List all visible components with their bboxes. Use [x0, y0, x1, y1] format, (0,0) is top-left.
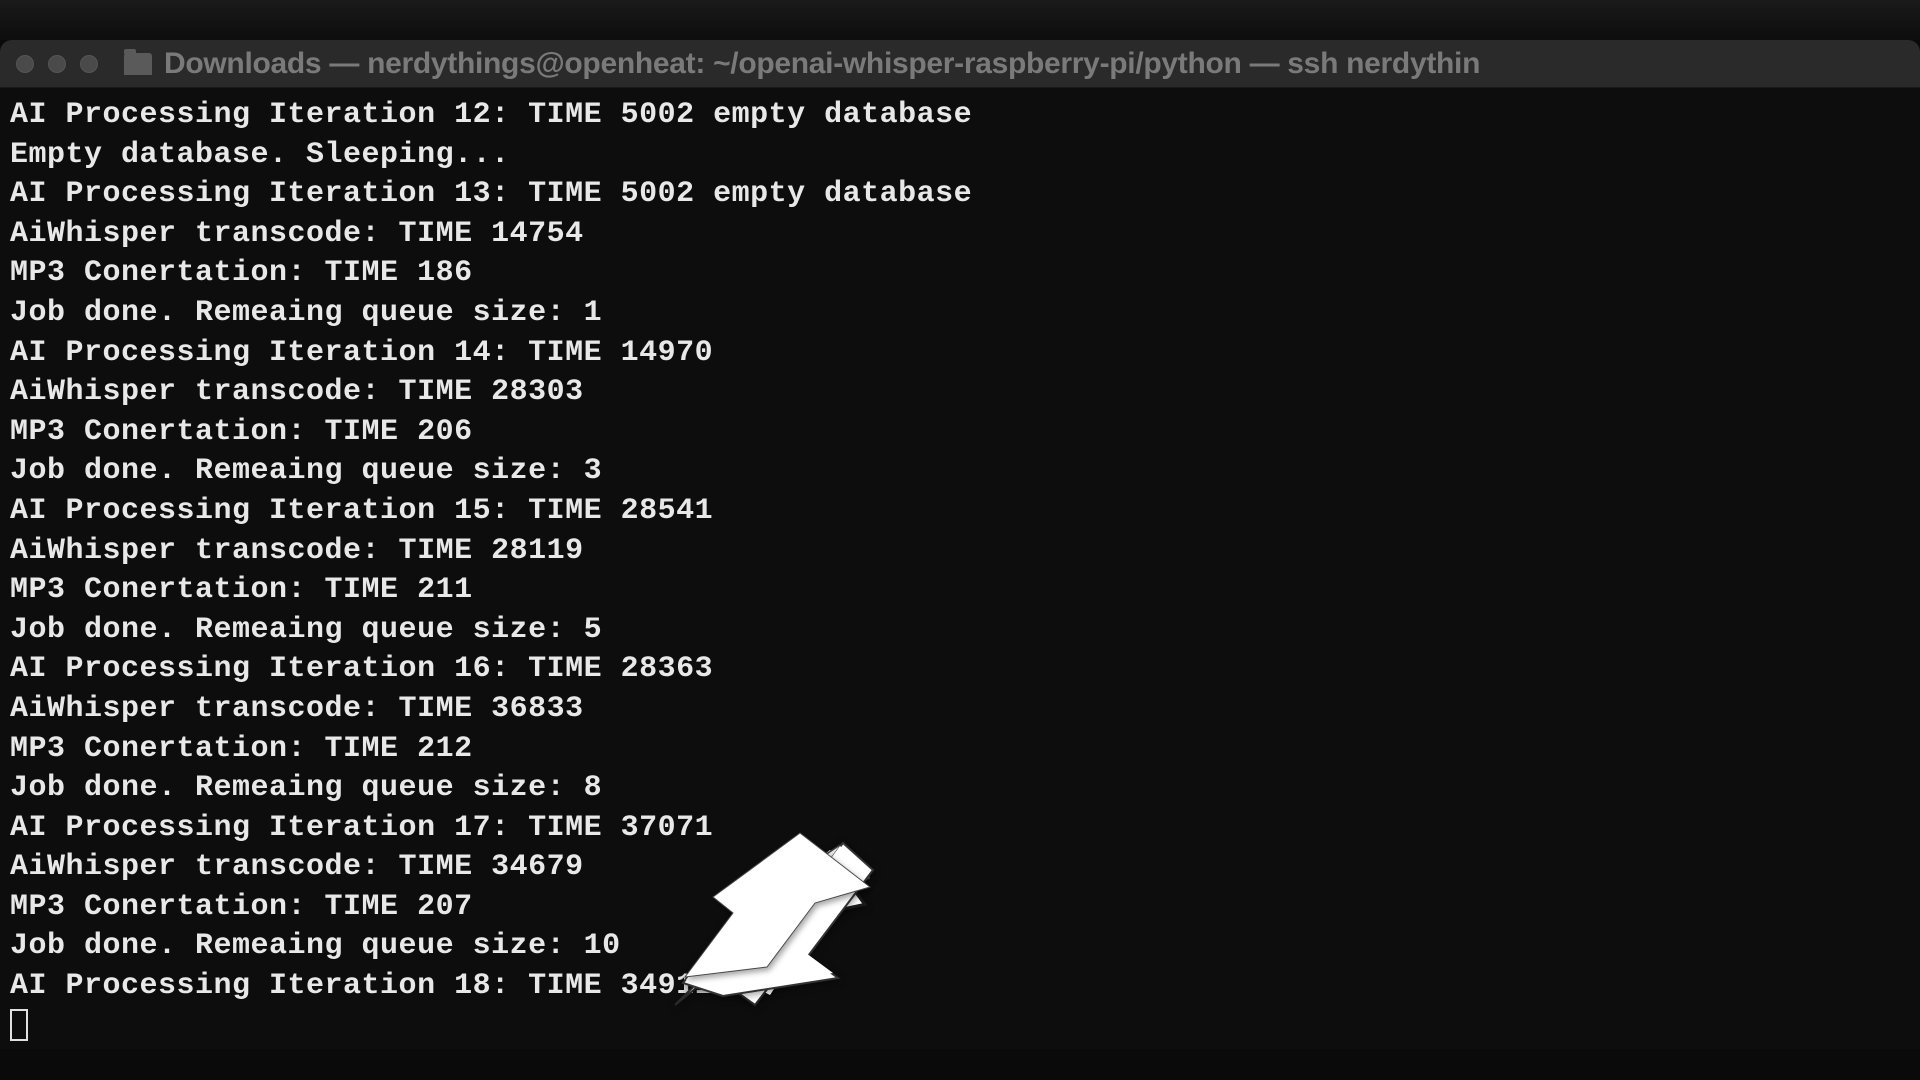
- terminal-line: Job done. Remeaing queue size: 5: [10, 611, 1910, 651]
- terminal-line: AiWhisper transcode: TIME 34679: [10, 848, 1910, 888]
- window-title-bar[interactable]: Downloads — nerdythings@openheat: ~/open…: [0, 40, 1920, 88]
- terminal-line: MP3 Conertation: TIME 207: [10, 888, 1910, 928]
- terminal-line: AiWhisper transcode: TIME 28303: [10, 373, 1910, 413]
- terminal-line: Empty database. Sleeping...: [10, 136, 1910, 176]
- terminal-line: AI Processing Iteration 16: TIME 28363: [10, 650, 1910, 690]
- terminal-line: Job done. Remeaing queue size: 10: [10, 927, 1910, 967]
- minimize-button[interactable]: [48, 55, 66, 73]
- terminal-line: AI Processing Iteration 12: TIME 5002 em…: [10, 96, 1910, 136]
- terminal-line: MP3 Conertation: TIME 206: [10, 413, 1910, 453]
- terminal-cursor: [10, 1007, 1910, 1041]
- terminal-line: AiWhisper transcode: TIME 28119: [10, 532, 1910, 572]
- close-button[interactable]: [16, 55, 34, 73]
- terminal-output[interactable]: AI Processing Iteration 12: TIME 5002 em…: [0, 88, 1920, 1049]
- terminal-line: AiWhisper transcode: TIME 36833: [10, 690, 1910, 730]
- terminal-line: AiWhisper transcode: TIME 14754: [10, 215, 1910, 255]
- terminal-line: MP3 Conertation: TIME 212: [10, 730, 1910, 770]
- terminal-line: AI Processing Iteration 18: TIME 34911: [10, 967, 1910, 1007]
- terminal-line: Job done. Remeaing queue size: 3: [10, 452, 1910, 492]
- window-title: Downloads — nerdythings@openheat: ~/open…: [164, 47, 1480, 81]
- terminal-line: AI Processing Iteration 15: TIME 28541: [10, 492, 1910, 532]
- window-controls: [16, 55, 98, 73]
- terminal-line: MP3 Conertation: TIME 186: [10, 254, 1910, 294]
- terminal-line: AI Processing Iteration 17: TIME 37071: [10, 809, 1910, 849]
- terminal-line: Job done. Remeaing queue size: 8: [10, 769, 1910, 809]
- terminal-line: MP3 Conertation: TIME 211: [10, 571, 1910, 611]
- terminal-line: Job done. Remeaing queue size: 1: [10, 294, 1910, 334]
- desktop-backdrop: [0, 0, 1920, 40]
- folder-icon: [124, 53, 152, 75]
- terminal-window: Downloads — nerdythings@openheat: ~/open…: [0, 40, 1920, 1049]
- maximize-button[interactable]: [80, 55, 98, 73]
- terminal-line: AI Processing Iteration 13: TIME 5002 em…: [10, 175, 1910, 215]
- terminal-line: AI Processing Iteration 14: TIME 14970: [10, 334, 1910, 374]
